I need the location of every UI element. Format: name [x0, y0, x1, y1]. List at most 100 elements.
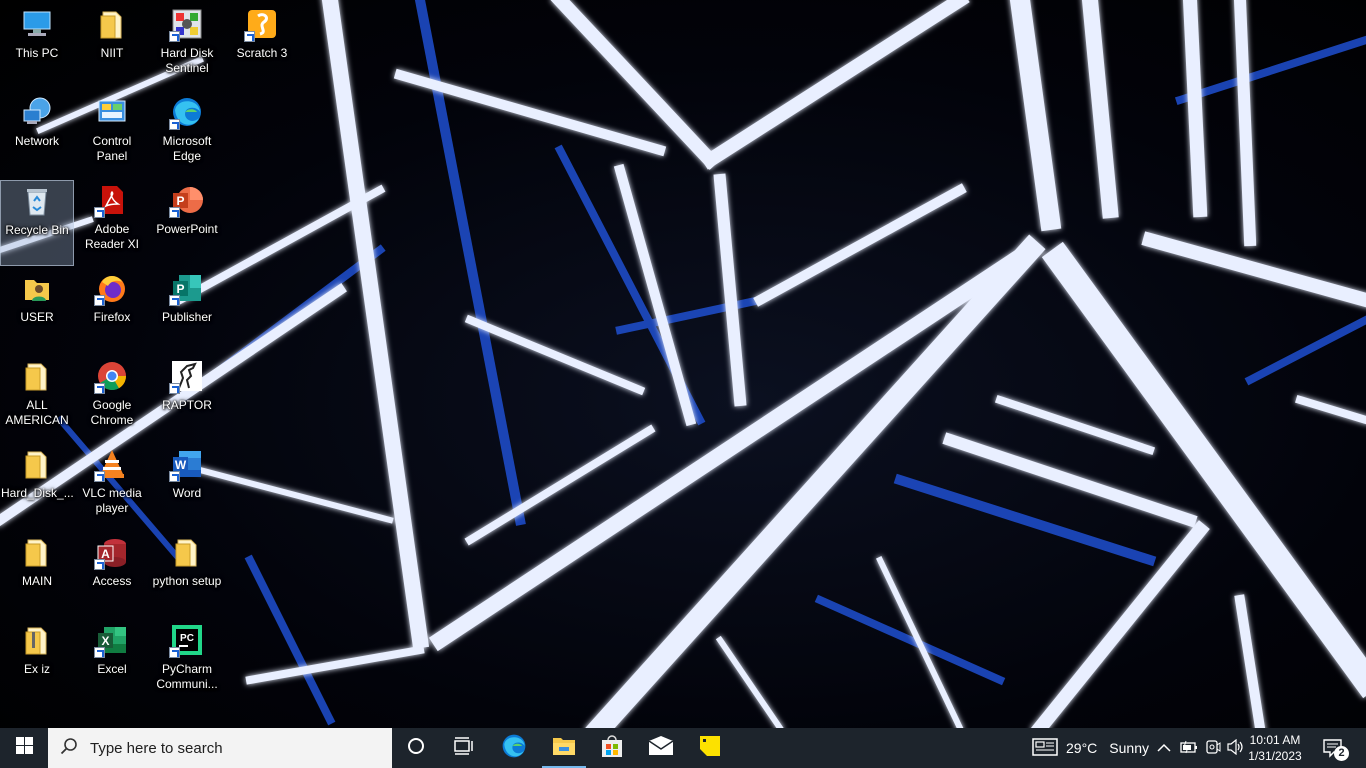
file-explorer-icon: [552, 735, 576, 762]
desktop-icon-excel[interactable]: X Excel: [75, 620, 149, 706]
shortcut-arrow-icon: [94, 207, 105, 218]
desktop-icon-raptor[interactable]: RAPTOR: [150, 356, 224, 442]
svg-text:W: W: [175, 458, 187, 472]
weather-temperature: 29°C: [1066, 740, 1098, 756]
battery-charging-icon: [1180, 740, 1198, 757]
desktop-icon-google-chrome[interactable]: Google Chrome: [75, 356, 149, 442]
zip-folder-icon: [21, 624, 53, 656]
desktop-icon-python-setup[interactable]: python setup: [150, 532, 224, 618]
desktop-icon-network[interactable]: Network: [0, 92, 74, 178]
desktop-icon-main[interactable]: MAIN: [0, 532, 74, 618]
battery-button[interactable]: [1180, 728, 1198, 768]
svg-text:P: P: [176, 194, 184, 208]
store-bag-icon: [600, 734, 624, 763]
powerpoint-icon: P: [169, 184, 203, 218]
action-center-button[interactable]: 2: [1322, 728, 1349, 768]
desktop-icon-user[interactable]: USER: [0, 268, 74, 354]
clock-time: 10:01 AM: [1249, 733, 1301, 747]
shortcut-arrow-icon: [169, 119, 180, 130]
desktop-icon-access[interactable]: A Access: [75, 532, 149, 618]
clock-date: 1/31/2023: [1248, 749, 1302, 763]
pycharm-icon: PC: [169, 624, 203, 658]
desktop-icon-all-american[interactable]: ALL AMERICAN: [0, 356, 74, 442]
desktop-icon-publisher[interactable]: P Publisher: [150, 268, 224, 354]
show-hidden-icons-button[interactable]: [1156, 728, 1172, 768]
firefox-icon: [94, 272, 128, 306]
shortcut-arrow-icon: [94, 471, 105, 482]
desktop-icon-word[interactable]: W Word: [150, 444, 224, 530]
shortcut-arrow-icon: [244, 31, 255, 42]
desktop-icon-control-panel[interactable]: Control Panel: [75, 92, 149, 178]
chevron-up-icon: [1156, 740, 1172, 756]
desktop-icon-this-pc[interactable]: This PC: [0, 4, 74, 90]
notification-icon: 2: [1322, 737, 1349, 761]
desktop-icon-vlc[interactable]: VLC media player: [75, 444, 149, 530]
clock[interactable]: 10:01 AM 1/31/2023: [1240, 728, 1310, 768]
desktop-icon-hard-disk-folder[interactable]: Hard_Disk_...: [0, 444, 74, 530]
taskbar-file-explorer[interactable]: [540, 728, 588, 768]
publisher-icon: P: [169, 272, 203, 306]
taskbar: Type here to search 29°C Sunny 10:01 AM …: [0, 728, 1366, 768]
desktop-icon-ex-iz[interactable]: Ex iz: [0, 620, 74, 706]
task-view-button[interactable]: [440, 728, 488, 768]
desktop-icon-recycle-bin[interactable]: Recycle Bin: [0, 180, 74, 266]
desktop-icon-pycharm[interactable]: PC PyCharm Communi...: [150, 620, 224, 706]
hard-disk-sentinel-icon: [169, 8, 203, 42]
edge-icon: [501, 733, 527, 764]
task-view-icon: [454, 736, 474, 760]
user-folder-icon: [21, 272, 53, 304]
desktop-icon-niit[interactable]: NIIT: [75, 4, 149, 90]
desktop-icon-firefox[interactable]: Firefox: [75, 268, 149, 354]
desktop-icon-microsoft-edge[interactable]: Microsoft Edge: [150, 92, 224, 178]
scratch-icon: [244, 8, 278, 42]
vlc-icon: [94, 448, 128, 482]
shortcut-arrow-icon: [169, 647, 180, 658]
mail-envelope-icon: [648, 735, 674, 761]
folder-icon: [21, 536, 53, 568]
search-icon: [60, 737, 78, 760]
network-icon: [21, 96, 53, 128]
shortcut-arrow-icon: [94, 295, 105, 306]
desktop-icon-hard-disk-sentinel[interactable]: Hard Disk Sentinel: [150, 4, 224, 90]
taskbar-search-box[interactable]: Type here to search: [48, 728, 392, 768]
notification-badge: 2: [1334, 746, 1349, 761]
windows-logo-icon: [15, 737, 33, 759]
weather-widget[interactable]: 29°C Sunny: [1032, 728, 1149, 768]
chrome-icon: [94, 360, 128, 394]
svg-text:P: P: [176, 282, 184, 296]
svg-text:X: X: [101, 634, 109, 648]
meet-now-button[interactable]: [1205, 728, 1221, 768]
taskbar-sticky-notes[interactable]: [686, 728, 734, 768]
taskbar-mail[interactable]: [637, 728, 685, 768]
adobe-reader-icon: [94, 184, 128, 218]
cortana-circle-icon: [407, 737, 425, 760]
folder-icon: [21, 360, 53, 392]
computer-icon: [21, 8, 53, 40]
edge-icon: [169, 96, 203, 130]
shortcut-arrow-icon: [94, 383, 105, 394]
taskbar-microsoft-store[interactable]: [588, 728, 636, 768]
weather-description: Sunny: [1109, 740, 1149, 756]
start-button[interactable]: [0, 728, 48, 768]
taskbar-edge[interactable]: [490, 728, 538, 768]
weather-news-icon: [1032, 737, 1058, 759]
desktop-icon-powerpoint[interactable]: P PowerPoint: [150, 180, 224, 266]
folder-icon: [96, 8, 128, 40]
shortcut-arrow-icon: [94, 647, 105, 658]
control-panel-icon: [96, 96, 128, 128]
raptor-icon: [169, 360, 203, 394]
shortcut-arrow-icon: [94, 559, 105, 570]
access-icon: A: [94, 536, 128, 570]
recycle-bin-icon: [21, 185, 53, 217]
desktop-icon-scratch-3[interactable]: Scratch 3: [225, 4, 299, 90]
shortcut-arrow-icon: [169, 31, 180, 42]
camera-icon: [1205, 739, 1221, 758]
cortana-button[interactable]: [392, 728, 440, 768]
search-placeholder: Type here to search: [90, 739, 223, 757]
folder-icon: [171, 536, 203, 568]
folder-icon: [21, 448, 53, 480]
shortcut-arrow-icon: [169, 295, 180, 306]
svg-text:PC: PC: [180, 633, 194, 644]
desktop-icon-adobe-reader[interactable]: Adobe Reader XI: [75, 180, 149, 266]
word-icon: W: [169, 448, 203, 482]
